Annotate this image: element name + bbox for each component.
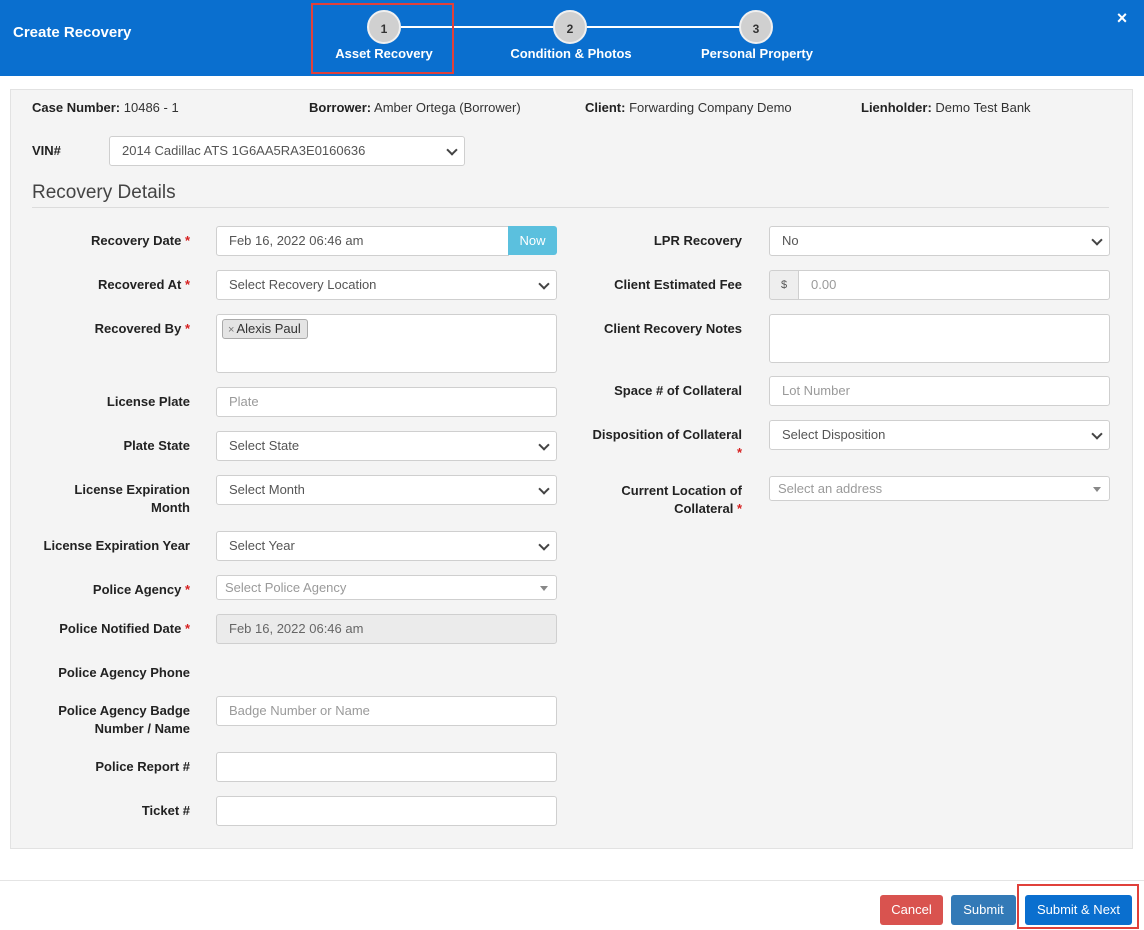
chevron-down-icon [538, 439, 550, 451]
recovered-at-label: Recovered At * [97, 277, 190, 292]
ticket-label: Ticket # [141, 803, 190, 818]
police-agency-select[interactable]: Select Police Agency [216, 575, 557, 600]
cancel-button[interactable]: Cancel [880, 895, 943, 925]
client-recovery-notes-label: Client Recovery Notes [604, 321, 742, 336]
submit-next-highlight [1017, 884, 1139, 929]
police-badge-input[interactable]: Badge Number or Name [216, 696, 557, 726]
modal-header: Create Recovery 1 Asset Recovery 2 Condi… [0, 0, 1144, 76]
chevron-down-icon [1091, 428, 1103, 440]
recovered-by-label: Recovered By * [94, 321, 190, 336]
license-exp-month-select[interactable]: Select Month [216, 475, 557, 505]
step-3-circle[interactable]: 3 [739, 10, 773, 44]
footer-divider [0, 880, 1144, 881]
police-report-input[interactable] [216, 752, 557, 782]
police-report-label: Police Report # [95, 759, 190, 774]
modal-title: Create Recovery [13, 24, 132, 41]
step-2-label[interactable]: Condition & Photos [491, 46, 651, 61]
police-notified-date-input: Feb 16, 2022 06:46 am [216, 614, 557, 644]
client-estimated-fee-label: Client Estimated Fee [614, 277, 742, 292]
current-location-select[interactable]: Select an address [769, 476, 1110, 501]
lpr-recovery-label: LPR Recovery [653, 233, 742, 248]
license-exp-year-select[interactable]: Select Year [216, 531, 557, 561]
current-location-label: Current Location of Collateral * [621, 483, 742, 516]
tag-remove-icon[interactable]: × [228, 324, 234, 336]
disposition-select[interactable]: Select Disposition [769, 420, 1110, 450]
police-agency-label: Police Agency * [92, 582, 190, 597]
case-number: Case Number: 10486 - 1 [32, 100, 179, 115]
space-number-input[interactable]: Lot Number [769, 376, 1110, 406]
borrower: Borrower: Amber Ortega (Borrower) [309, 100, 521, 115]
license-plate-input[interactable]: Plate [216, 387, 557, 417]
vin-select[interactable]: 2014 Cadillac ATS 1G6AA5RA3E0160636 [109, 136, 465, 166]
submit-button[interactable]: Submit [951, 895, 1016, 925]
caret-down-icon [540, 586, 548, 591]
lienholder: Lienholder: Demo Test Bank [861, 100, 1031, 115]
plate-state-label: Plate State [123, 438, 190, 453]
close-icon[interactable]: × [1112, 8, 1132, 28]
space-number-label: Space # of Collateral [614, 383, 742, 398]
client-recovery-notes-textarea[interactable] [769, 314, 1110, 363]
vin-label: VIN# [32, 143, 61, 158]
step-connector [587, 26, 741, 28]
section-title: Recovery Details [32, 182, 176, 203]
recovered-by-tag[interactable]: × Alexis Paul [222, 319, 308, 339]
license-exp-month-label: License Expiration Month [74, 482, 190, 515]
lpr-recovery-select[interactable]: No [769, 226, 1110, 256]
recovery-date-label: Recovery Date * [90, 233, 190, 248]
step-1-highlight [311, 3, 454, 74]
license-plate-label: License Plate [106, 394, 190, 409]
client-estimated-fee-input[interactable]: 0.00 [798, 270, 1110, 300]
chevron-down-icon [538, 539, 550, 551]
recovery-date-input[interactable]: Feb 16, 2022 06:46 am [216, 226, 509, 256]
step-2-circle[interactable]: 2 [553, 10, 587, 44]
section-divider [32, 207, 1109, 208]
caret-down-icon [1093, 487, 1101, 492]
ticket-input[interactable] [216, 796, 557, 826]
client: Client: Forwarding Company Demo [585, 100, 792, 115]
police-badge-label: Police Agency Badge Number / Name [58, 703, 190, 736]
chevron-down-icon [538, 483, 550, 495]
plate-state-select[interactable]: Select State [216, 431, 557, 461]
license-exp-year-label: License Expiration Year [43, 538, 190, 553]
chevron-down-icon [446, 144, 458, 156]
chevron-down-icon [1091, 234, 1103, 246]
disposition-label: Disposition of Collateral * [592, 427, 742, 460]
chevron-down-icon [538, 278, 550, 290]
police-notified-date-label: Police Notified Date * [59, 621, 190, 636]
currency-addon: $ [769, 270, 799, 300]
step-3-label[interactable]: Personal Property [677, 46, 837, 61]
now-button[interactable]: Now [508, 226, 557, 255]
recovered-at-select[interactable]: Select Recovery Location [216, 270, 557, 300]
police-agency-phone-label: Police Agency Phone [58, 665, 190, 680]
